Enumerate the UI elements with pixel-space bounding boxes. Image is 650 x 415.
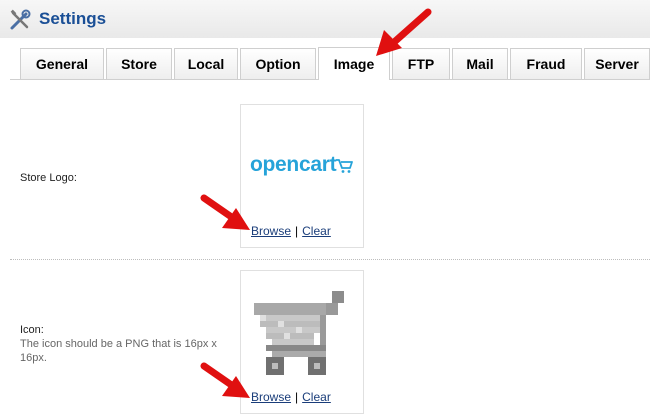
store-logo-box: opencart Browse | Clear — [240, 104, 364, 248]
icon-browse-link[interactable]: Browse — [251, 390, 291, 404]
row-divider — [10, 259, 650, 260]
tab-fraud[interactable]: Fraud — [510, 48, 582, 79]
icon-links: Browse | Clear — [251, 390, 331, 404]
pixel-cart-icon — [254, 291, 344, 375]
tab-general[interactable]: General — [20, 48, 104, 79]
store-logo-clear-link[interactable]: Clear — [302, 224, 331, 238]
tab-mail[interactable]: Mail — [452, 48, 508, 79]
opencart-logo: opencart — [250, 153, 337, 176]
tab-server[interactable]: Server — [584, 48, 650, 79]
tab-option[interactable]: Option — [240, 48, 316, 79]
red-arrow-icon — [200, 194, 250, 230]
settings-tools-icon — [10, 9, 31, 30]
store-logo-browse-link[interactable]: Browse — [251, 224, 291, 238]
tab-local[interactable]: Local — [174, 48, 238, 79]
tab-strip: General Store Local Option Image FTP Mai… — [0, 38, 650, 80]
icon-label-text: Icon: — [20, 324, 44, 336]
logo-cart-icon — [336, 159, 353, 173]
tab-store[interactable]: Store — [106, 48, 172, 79]
store-logo-links: Browse | Clear — [251, 224, 331, 238]
page-title: Settings — [39, 9, 107, 28]
icon-box: Browse | Clear — [240, 270, 364, 414]
icon-help-text: The icon should be a PNG that is 16px x … — [20, 338, 217, 364]
header-bar: Settings — [0, 0, 650, 39]
red-arrow-icon — [376, 8, 432, 56]
link-separator: | — [295, 224, 299, 238]
red-arrow-icon — [200, 362, 250, 398]
icon-label: Icon: The icon should be a PNG that is 1… — [20, 323, 225, 365]
store-logo-label: Store Logo: — [20, 172, 77, 184]
icon-clear-link[interactable]: Clear — [302, 390, 331, 404]
link-separator: | — [295, 390, 299, 404]
